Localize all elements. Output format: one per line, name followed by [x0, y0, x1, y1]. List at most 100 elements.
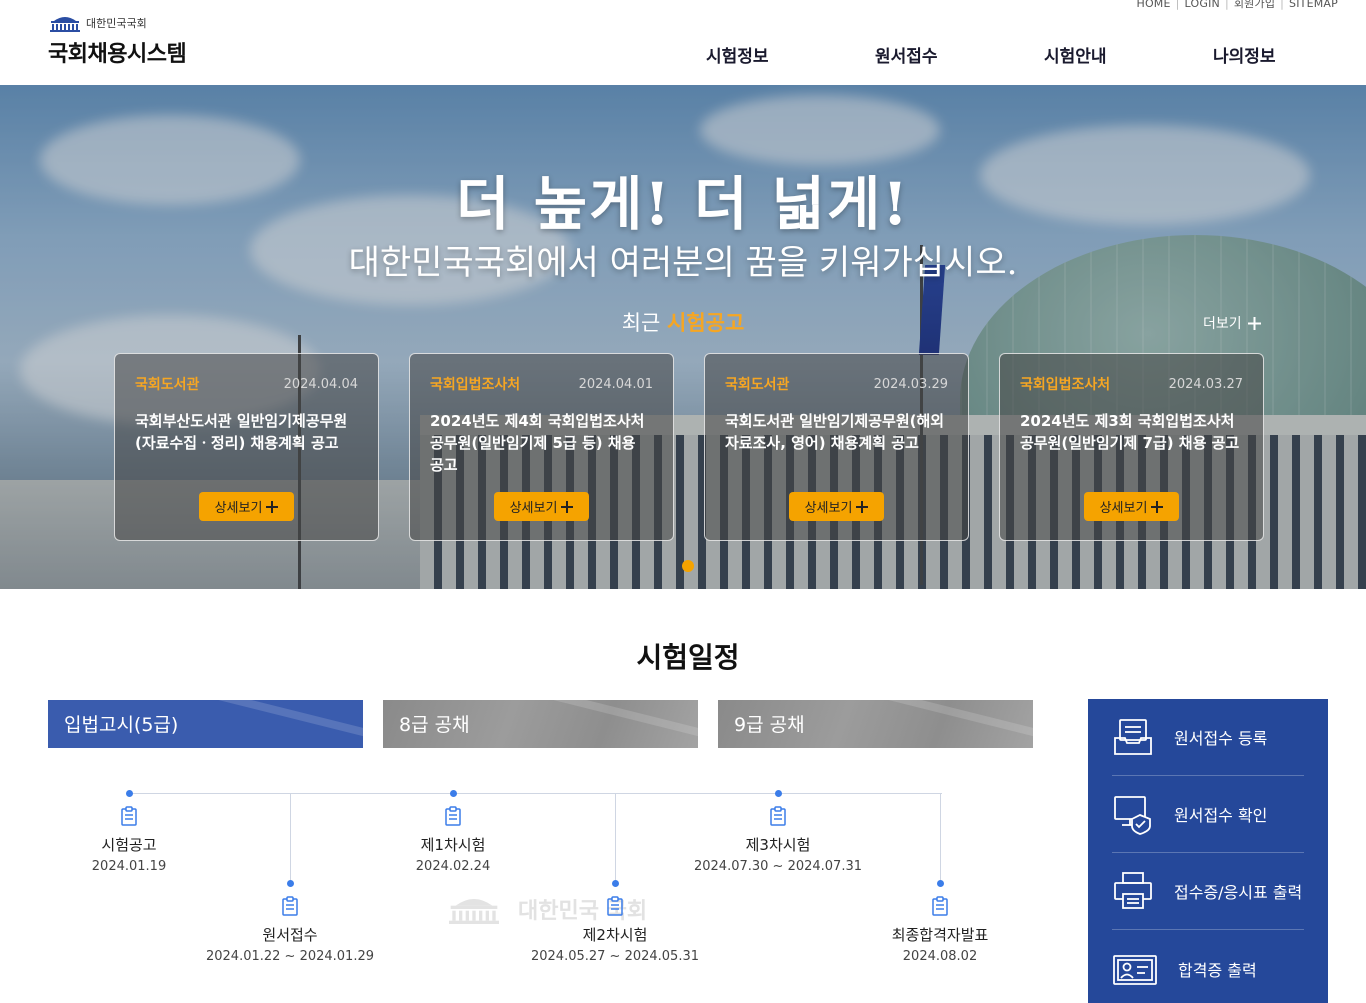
tab-grade9[interactable]: 9급 공채	[718, 700, 1033, 748]
hero-title: 더 높게! 더 넓게!	[456, 170, 910, 238]
timeline-connector	[290, 793, 291, 881]
detail-button-label: 상세보기	[1099, 500, 1148, 515]
notice-title[interactable]: 국회도서관 일반임기제공무원(해외자료조사, 영어) 채용계획 공고	[725, 410, 948, 476]
timeline-item: 원서접수 2024.01.22 ~ 2024.01.29	[180, 896, 400, 964]
detail-button[interactable]: 상세보기	[494, 492, 589, 521]
logo-title: 국회채용시스템	[48, 42, 187, 67]
timeline-label: 제1차시험	[420, 836, 486, 854]
timeline-date: 2024.02.24	[415, 859, 491, 874]
timeline-label: 최종합격자발표	[891, 926, 989, 944]
tab-label: 9급 공채	[734, 714, 805, 736]
timeline-item: 최종합격자발표 2024.08.02	[830, 896, 1050, 964]
timeline-dot	[450, 790, 457, 797]
timeline-label: 시험공고	[101, 836, 157, 854]
tab-decoration	[185, 700, 363, 741]
hero-banner: 더 높게! 더 넓게! 대한민국국회에서 여러분의 꿈을 키워가십시오. 최근 …	[0, 85, 1366, 589]
util-link-home[interactable]: HOME	[1136, 0, 1170, 10]
timeline-item: 시험공고 2024.01.19	[19, 806, 239, 874]
detail-button-label: 상세보기	[804, 500, 853, 515]
notice-title[interactable]: 국회부산도서관 일반임기제공무원(자료수집ㆍ정리) 채용계획 공고	[135, 410, 358, 476]
plus-icon	[1151, 500, 1164, 513]
printer-icon	[1114, 872, 1152, 909]
quick-print-certificate[interactable]: 합격증 출력	[1112, 930, 1304, 1003]
more-link[interactable]: 더보기	[1203, 313, 1261, 333]
timeline-item: 제1차시험 2024.02.24	[343, 806, 563, 874]
timeline-dot	[612, 880, 619, 887]
notice-org: 국회입법조사처	[1020, 377, 1111, 393]
timeline-dot	[775, 790, 782, 797]
clipboard-icon	[121, 806, 137, 826]
plus-icon	[1247, 316, 1261, 330]
notice-card: 국회도서관 2024.03.29 국회도서관 일반임기제공무원(해외자료조사, 영…	[704, 353, 969, 541]
logo-small-text: 대한민국국회	[86, 17, 147, 30]
timeline-dot	[937, 880, 944, 887]
tab-decoration	[855, 700, 1033, 741]
notice-title[interactable]: 2024년도 제3회 국회입법조사처 공무원(일반임기제 7급) 채용 공고	[1020, 410, 1243, 476]
notice-org: 국회도서관	[725, 377, 790, 393]
notice-date: 2024.03.29	[873, 376, 948, 392]
recent-notices-heading: 최근 시험공고	[0, 307, 1366, 337]
recent-prefix: 최근	[621, 311, 661, 335]
more-label: 더보기	[1203, 316, 1242, 332]
timeline-date: 2024.08.02	[902, 949, 978, 964]
tab-grade8[interactable]: 8급 공채	[383, 700, 698, 748]
clipboard-icon	[932, 896, 948, 916]
quick-label: 원서접수 등록	[1174, 729, 1268, 748]
util-link-signup[interactable]: 회원가입	[1234, 0, 1275, 10]
tab-legislative-exam[interactable]: 입법고시(5급)	[48, 700, 363, 748]
detail-button-label: 상세보기	[214, 500, 263, 515]
detail-button-label: 상세보기	[509, 500, 558, 515]
notice-title[interactable]: 2024년도 제4회 국회입법조사처 공무원(일반임기제 5급 등) 채용 공고	[430, 410, 653, 476]
timeline-dot	[287, 880, 294, 887]
clipboard-icon	[607, 896, 623, 916]
nav-application[interactable]: 원서접수	[875, 42, 938, 67]
quick-label: 합격증 출력	[1178, 960, 1257, 980]
schedule-title: 시험일정	[636, 641, 740, 674]
recent-highlight: 시험공고	[667, 311, 745, 335]
notice-org: 국회입법조사처	[430, 377, 521, 393]
clipboard-icon	[282, 896, 298, 916]
notice-org: 국회도서관	[135, 377, 200, 393]
site-header: HOME | LOGIN | 회원가입 | SITEMAP 대한민국국회 국회채용시스템 시…	[0, 0, 1366, 85]
detail-button[interactable]: 상세보기	[1084, 492, 1179, 521]
nav-my-info[interactable]: 나의정보	[1213, 42, 1276, 67]
timeline-item: 제3차시험 2024.07.30 ~ 2024.07.31	[668, 806, 888, 874]
timeline-dot	[126, 790, 133, 797]
site-logo[interactable]: 대한민국국회 국회채용시스템	[48, 14, 187, 68]
timeline-label: 제2차시험	[582, 926, 648, 944]
carousel-dot[interactable]	[682, 560, 694, 572]
assembly-building-icon	[50, 17, 80, 32]
quick-print-receipt[interactable]: 접수증/응시표 출력	[1112, 853, 1304, 930]
timeline-label: 제3차시험	[745, 836, 811, 854]
timeline-date: 2024.01.22 ~ 2024.01.29	[205, 949, 375, 964]
clipboard-icon	[445, 806, 461, 826]
quick-label: 원서접수 확인	[1174, 806, 1268, 825]
id-card-icon	[1113, 954, 1157, 985]
quick-application-check[interactable]: 원서접수 확인	[1112, 776, 1304, 853]
tab-decoration	[520, 700, 698, 741]
detail-button[interactable]: 상세보기	[789, 492, 884, 521]
timeline-date: 2024.07.30 ~ 2024.07.31	[693, 859, 863, 874]
assembly-building-icon	[449, 899, 499, 924]
util-link-login[interactable]: LOGIN	[1185, 0, 1220, 10]
nav-exam-info[interactable]: 시험정보	[706, 42, 769, 67]
notice-card: 국회도서관 2024.04.04 국회부산도서관 일반임기제공무원(자료수집ㆍ정리…	[114, 353, 379, 541]
tab-label: 입법고시(5급)	[64, 714, 179, 736]
tab-label: 8급 공채	[399, 714, 470, 736]
notice-date: 2024.03.27	[1168, 376, 1243, 392]
util-link-sitemap[interactable]: SITEMAP	[1289, 0, 1338, 10]
clipboard-icon	[770, 806, 786, 826]
notice-date: 2024.04.01	[578, 376, 653, 392]
plus-icon	[561, 500, 574, 513]
notice-card: 국회입법조사처 2024.04.01 2024년도 제4회 국회입법조사처 공무원…	[409, 353, 674, 541]
tray-icon	[1114, 719, 1152, 755]
quick-application-register[interactable]: 원서접수 등록	[1112, 699, 1304, 776]
timeline-item: 제2차시험 2024.05.27 ~ 2024.05.31	[505, 896, 725, 964]
plus-icon	[266, 500, 279, 513]
timeline-connector	[940, 793, 941, 881]
detail-button[interactable]: 상세보기	[199, 492, 294, 521]
quick-label: 접수증/응시표 출력	[1174, 883, 1303, 902]
nav-exam-guide[interactable]: 시험안내	[1044, 42, 1107, 67]
timeline-line	[130, 793, 942, 794]
timeline-label: 원서접수	[262, 926, 318, 944]
